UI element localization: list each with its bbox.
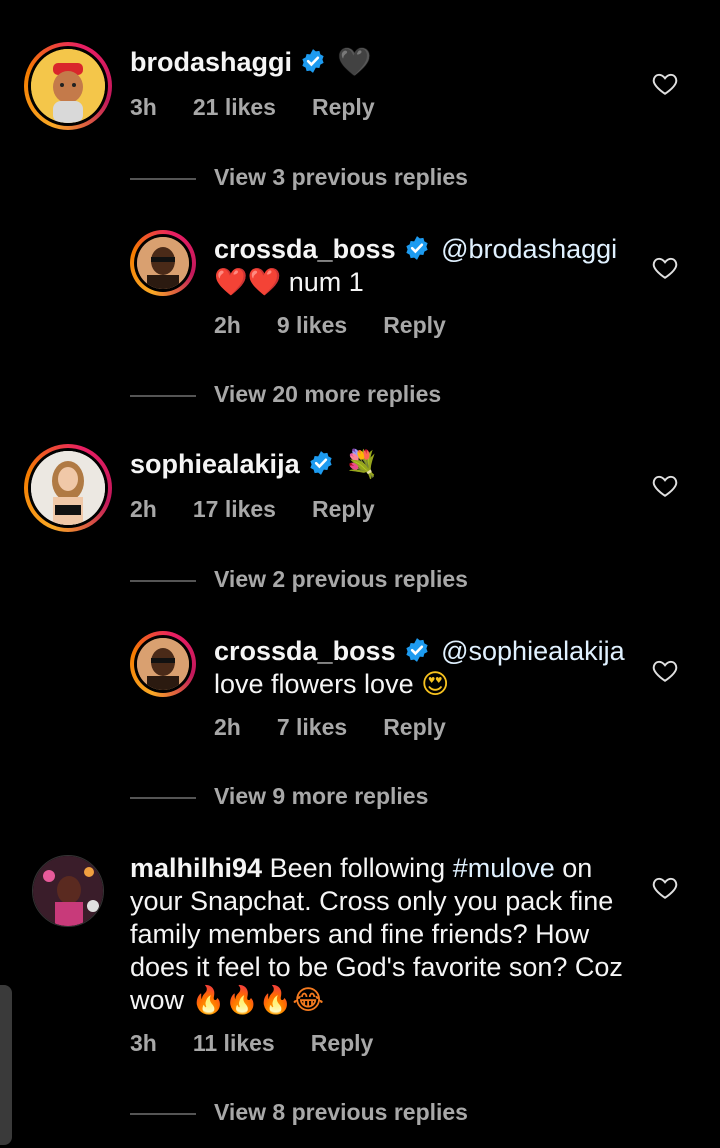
thread-label[interactable]: View 9 more replies bbox=[214, 783, 428, 809]
avatar-malhilhi94[interactable] bbox=[32, 855, 104, 927]
heart-eyes-emoji: 😍 bbox=[421, 669, 450, 700]
scroll-handle[interactable] bbox=[0, 985, 12, 1145]
thread-divider bbox=[130, 797, 196, 799]
likes-count[interactable]: 21 likes bbox=[193, 94, 276, 120]
comment-body: malhilhi94 Been following #mulove on you… bbox=[130, 852, 630, 1017]
view-replies-button[interactable]: View 3 previous replies bbox=[130, 164, 468, 191]
thread-label[interactable]: View 3 previous replies bbox=[214, 164, 468, 190]
fire-laugh-emojis: 🔥🔥🔥😂 bbox=[191, 985, 324, 1016]
comment-meta: 2h 17 likes Reply bbox=[130, 496, 411, 523]
emoji: ❤️❤️ bbox=[214, 267, 282, 298]
reply-button[interactable]: Reply bbox=[312, 496, 375, 522]
username[interactable]: brodashaggi bbox=[130, 47, 292, 77]
heart-outline-icon[interactable] bbox=[652, 72, 678, 96]
heart-outline-icon[interactable] bbox=[652, 876, 678, 900]
view-replies-button[interactable]: View 9 more replies bbox=[130, 783, 428, 810]
reply-button[interactable]: Reply bbox=[383, 312, 446, 338]
thread-label[interactable]: View 2 previous replies bbox=[214, 566, 468, 592]
thread-divider bbox=[130, 395, 196, 397]
username[interactable]: sophiealakija bbox=[130, 449, 300, 479]
reply-button[interactable]: Reply bbox=[312, 94, 375, 120]
comment-meta: 2h 9 likes Reply bbox=[214, 312, 482, 339]
view-replies-button[interactable]: View 2 previous replies bbox=[130, 566, 468, 593]
timestamp: 2h bbox=[130, 496, 157, 522]
heart-outline-icon[interactable] bbox=[652, 659, 678, 683]
bouquet-emoji: 💐 bbox=[345, 449, 379, 480]
username[interactable]: malhilhi94 bbox=[130, 853, 262, 883]
verified-badge-icon bbox=[405, 638, 428, 662]
comment-text-start: Been following bbox=[269, 853, 446, 883]
timestamp: 3h bbox=[130, 1030, 157, 1056]
heart-outline-icon[interactable] bbox=[652, 474, 678, 498]
comment-text: love flowers love bbox=[214, 669, 414, 699]
thread-divider bbox=[130, 178, 196, 180]
verified-badge-icon bbox=[302, 49, 324, 73]
verified-badge-icon bbox=[405, 236, 428, 260]
avatar-crossda-boss[interactable] bbox=[130, 631, 196, 697]
view-replies-button[interactable]: View 8 previous replies bbox=[130, 1099, 468, 1126]
thread-divider bbox=[130, 1113, 196, 1115]
avatar-brodashaggi[interactable] bbox=[24, 42, 112, 130]
reply-button[interactable]: Reply bbox=[383, 714, 446, 740]
likes-count[interactable]: 7 likes bbox=[277, 714, 347, 740]
timestamp: 3h bbox=[130, 94, 157, 120]
comment-text: 🖤 bbox=[337, 47, 372, 78]
avatar-sophiealakija[interactable] bbox=[24, 444, 112, 532]
comment-meta: 2h 7 likes Reply bbox=[214, 714, 482, 741]
hashtag-link[interactable]: #mulove bbox=[453, 853, 555, 883]
avatar-crossda-boss[interactable] bbox=[130, 230, 196, 296]
username[interactable]: crossda_boss bbox=[214, 636, 396, 666]
username[interactable]: crossda_boss bbox=[214, 234, 396, 264]
view-replies-button[interactable]: View 20 more replies bbox=[130, 381, 441, 408]
thread-divider bbox=[130, 580, 196, 582]
mention-link[interactable]: @brodashaggi bbox=[441, 234, 617, 264]
thread-label[interactable]: View 8 previous replies bbox=[214, 1099, 468, 1125]
likes-count[interactable]: 17 likes bbox=[193, 496, 276, 522]
likes-count[interactable]: 9 likes bbox=[277, 312, 347, 338]
timestamp: 2h bbox=[214, 714, 241, 740]
reply-button[interactable]: Reply bbox=[311, 1030, 374, 1056]
comment-text: num 1 bbox=[288, 267, 364, 297]
comment-meta: 3h 21 likes Reply bbox=[130, 94, 411, 121]
timestamp: 2h bbox=[214, 312, 241, 338]
verified-badge-icon bbox=[309, 451, 332, 475]
comment-meta: 3h 11 likes Reply bbox=[130, 1030, 409, 1057]
mention-link[interactable]: @sophiealakija bbox=[441, 636, 625, 666]
heart-outline-icon[interactable] bbox=[652, 256, 678, 280]
likes-count[interactable]: 11 likes bbox=[193, 1030, 275, 1056]
thread-label[interactable]: View 20 more replies bbox=[214, 381, 441, 407]
